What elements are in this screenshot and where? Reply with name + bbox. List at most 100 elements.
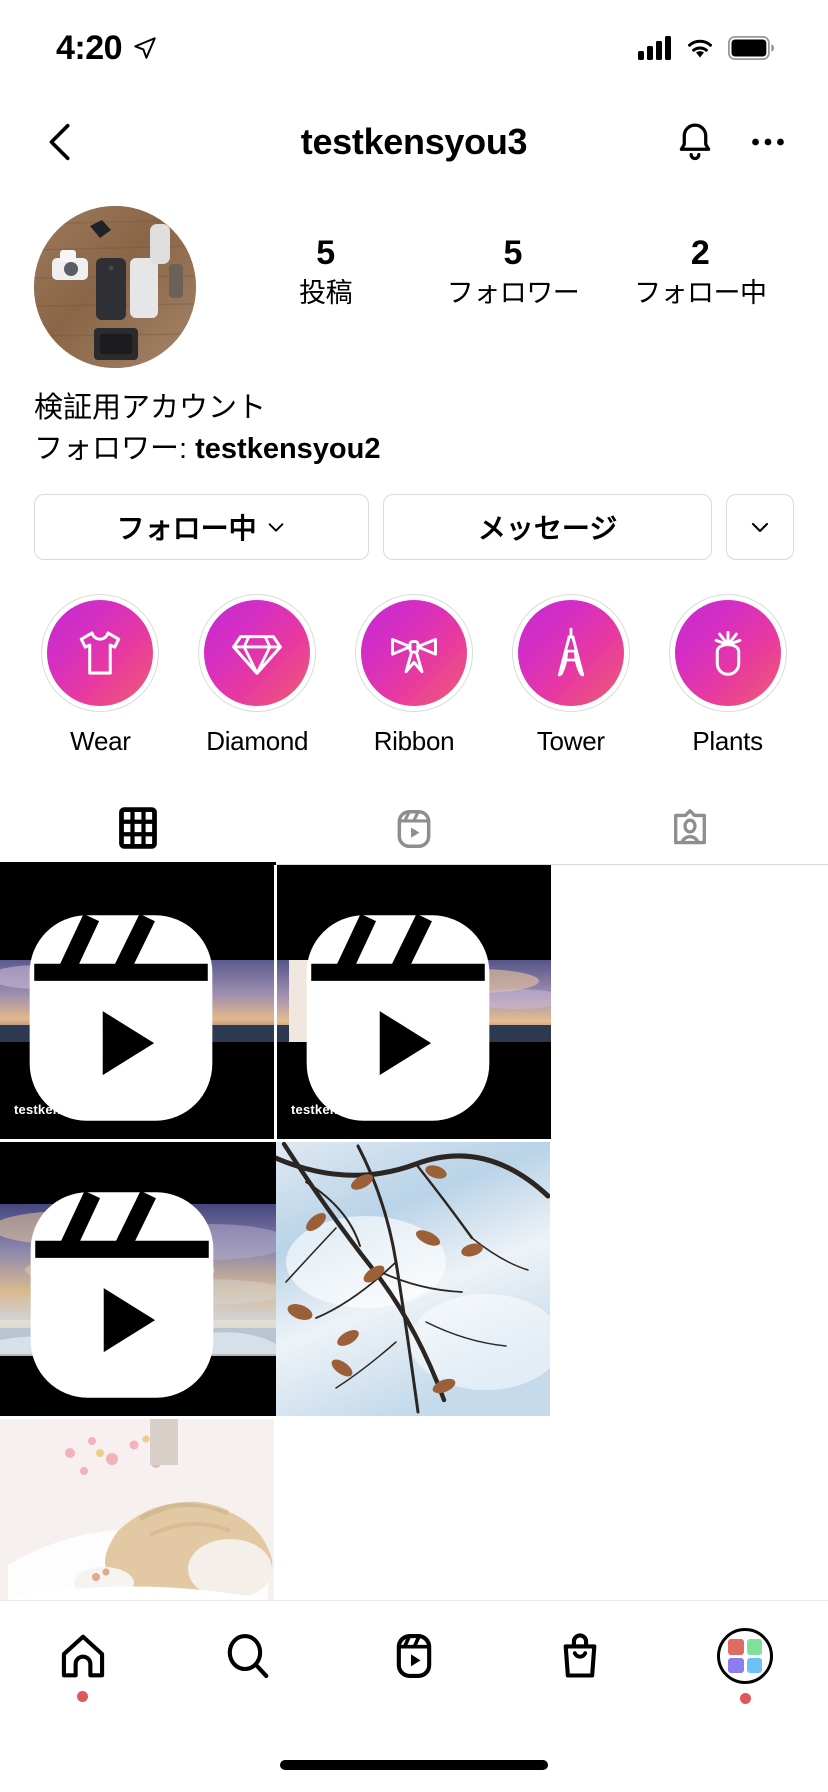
highlight-label: Plants — [692, 726, 763, 757]
highlight-plants[interactable]: Plants — [649, 594, 806, 757]
nav-home[interactable] — [0, 1630, 166, 1702]
reel-username-overlay: testkensyou3 — [14, 1102, 100, 1118]
grid-post-3[interactable] — [0, 1142, 276, 1417]
cellular-signal-icon — [638, 36, 671, 60]
highlight-cover — [204, 600, 311, 707]
post-grid: testkensyou3 testkensyou4 — [0, 865, 828, 1696]
more-options-icon[interactable] — [746, 120, 790, 164]
highlight-label: Ribbon — [373, 726, 455, 757]
navbar-right — [672, 119, 790, 165]
following-button[interactable]: フォロー中 — [34, 494, 370, 561]
bio-display-name: 検証用アカウント — [34, 392, 267, 424]
highlight-cover — [517, 600, 624, 707]
avatar-swatch-purple — [728, 1657, 744, 1673]
reels-icon — [396, 1634, 432, 1678]
followed-by-prefix: フォロワー: — [34, 433, 196, 466]
tab-grid[interactable] — [0, 793, 276, 866]
more-actions-button[interactable] — [726, 494, 794, 561]
profile-header-section: 5 投稿 5 フォロワー 2 フォロー中 — [0, 188, 828, 368]
highlight-cover — [360, 600, 467, 707]
message-button-label: メッセージ — [477, 513, 618, 545]
bottom-navigation-bar — [0, 1600, 828, 1792]
diamond-icon — [232, 635, 283, 676]
profile-navbar: testkensyou3 — [0, 96, 828, 188]
highlight-tower[interactable]: Tower — [492, 594, 649, 757]
message-button[interactable]: メッセージ — [383, 494, 712, 561]
highlight-ring — [354, 594, 473, 713]
instagram-profile-screen: 4:20 testkensyou3 5 投稿 5 フォロワー 2 フォロー中 検… — [0, 0, 828, 1792]
nav-profile[interactable] — [662, 1628, 828, 1704]
home-badge-dot — [77, 1691, 89, 1702]
profile-stats: 5 投稿 5 フォロワー 2 フォロー中 — [232, 206, 794, 314]
navbar-left — [38, 119, 84, 165]
reel-badge-icon — [30, 1191, 214, 1399]
highlight-label: Wear — [70, 726, 131, 757]
highlight-wear[interactable]: Wear — [22, 594, 179, 757]
highlight-label: Diamond — [206, 726, 309, 757]
status-bar-right — [638, 36, 774, 60]
nav-shop[interactable] — [497, 1630, 663, 1702]
stat-value: 5 — [503, 234, 523, 272]
location-arrow-icon — [134, 37, 156, 59]
search-icon — [228, 1634, 269, 1678]
highlight-ring — [198, 594, 317, 713]
bottom-nav-items — [0, 1601, 828, 1731]
avatar-swatch-blue — [746, 1657, 763, 1673]
home-indicator — [280, 1760, 548, 1770]
highlight-ring — [511, 594, 630, 713]
battery-full-icon — [728, 36, 774, 60]
tshirt-icon — [80, 631, 121, 675]
avatar[interactable] — [34, 206, 196, 368]
highlight-cover — [674, 600, 781, 707]
stat-followers[interactable]: 5 フォロワー — [419, 234, 606, 314]
grid-post-1[interactable]: testkensyou3 — [0, 865, 274, 1140]
status-bar: 4:20 — [0, 0, 828, 96]
story-highlights: Wear Diamond Ribbon Tower Plants — [0, 560, 828, 757]
reels-icon — [397, 809, 431, 848]
grid-icon — [119, 807, 157, 849]
followed-by-username[interactable]: testkensyou2 — [195, 433, 380, 465]
pineapple-plant-icon — [714, 631, 741, 677]
highlight-label: Tower — [536, 726, 605, 757]
stat-posts[interactable]: 5 投稿 — [232, 234, 419, 314]
back-chevron-icon[interactable] — [38, 119, 84, 165]
wifi-icon — [688, 39, 712, 58]
nav-reels[interactable] — [331, 1630, 497, 1702]
eiffel-tower-icon — [557, 628, 584, 677]
notification-bell-icon[interactable] — [672, 119, 718, 165]
following-button-label: フォロー中 — [116, 513, 257, 545]
reel-badge-icon — [29, 914, 213, 1122]
nav-search[interactable] — [166, 1630, 332, 1702]
profile-bio: 検証用アカウント フォロワー: testkensyou2 — [0, 368, 828, 470]
post-thumbnail — [276, 1142, 550, 1417]
stat-following[interactable]: 2 フォロー中 — [607, 234, 794, 314]
highlight-ribbon[interactable]: Ribbon — [336, 594, 493, 757]
highlight-diamond[interactable]: Diamond — [179, 594, 336, 757]
stat-label: フォロー中 — [634, 278, 767, 309]
stat-value: 2 — [690, 234, 710, 272]
chevron-down-icon — [751, 523, 769, 533]
status-time: 4:20 — [56, 28, 123, 67]
avatar-swatch-green — [746, 1639, 763, 1655]
home-icon — [61, 1634, 104, 1678]
avatar-swatch-red — [728, 1639, 744, 1655]
profile-avatar-icon — [717, 1628, 774, 1684]
avatar-container[interactable] — [34, 206, 232, 368]
followed-by-line: フォロワー: testkensyou2 — [34, 429, 794, 470]
tab-reels[interactable] — [276, 793, 552, 866]
grid-post-2[interactable]: testkensyou4 — [277, 865, 551, 1140]
stat-label: 投稿 — [299, 278, 353, 309]
grid-post-4[interactable] — [276, 1142, 550, 1417]
highlight-cover — [47, 600, 154, 707]
chevron-down-icon — [268, 523, 284, 532]
avatar-image — [34, 206, 196, 368]
profile-badge-dot — [739, 1693, 751, 1704]
highlight-ring — [41, 594, 160, 713]
stat-label: フォロワー — [446, 278, 580, 309]
tab-tagged[interactable] — [552, 793, 828, 866]
shopping-bag-icon — [563, 1633, 596, 1678]
profile-action-buttons: フォロー中 メッセージ — [0, 470, 828, 561]
ribbon-bow-icon — [391, 638, 437, 674]
highlight-ring — [668, 594, 787, 713]
stat-value: 5 — [316, 234, 336, 272]
